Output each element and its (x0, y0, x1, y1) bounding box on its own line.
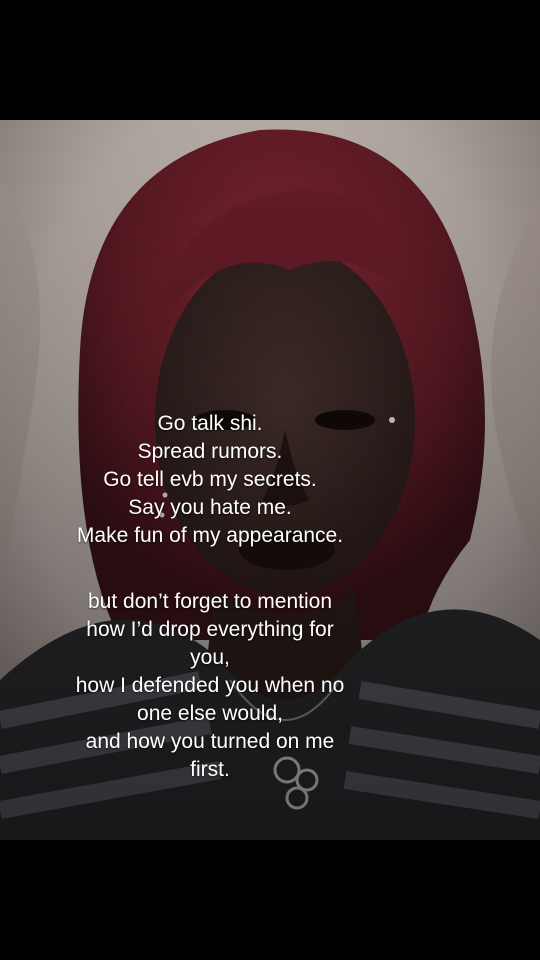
stanza-gap (20, 550, 400, 588)
caption-line: Spread rumors. (137, 440, 283, 463)
caption-line: first. (190, 758, 230, 781)
caption-line: how I’d drop everything for (86, 618, 334, 641)
caption-line: but don’t forget to mention (88, 590, 332, 613)
caption-line: Go talk shi. (157, 412, 263, 435)
video-frame: Go talk shi. Spread rumors. Go tell evb … (0, 0, 540, 960)
caption-line: how I defended you when no (75, 674, 345, 697)
caption-line: you, (190, 646, 230, 669)
letterbox-top (0, 0, 540, 120)
caption-line: and how you turned on me (85, 730, 335, 753)
caption-line: Say you hate me. (128, 496, 292, 519)
caption-line: Make fun of my appearance. (76, 524, 344, 547)
caption-line: one else would, (137, 702, 283, 725)
letterbox-bottom (0, 840, 540, 960)
caption-line: Go tell evb my secrets. (103, 468, 317, 491)
caption-overlay: Go talk shi. Spread rumors. Go tell evb … (20, 410, 400, 784)
